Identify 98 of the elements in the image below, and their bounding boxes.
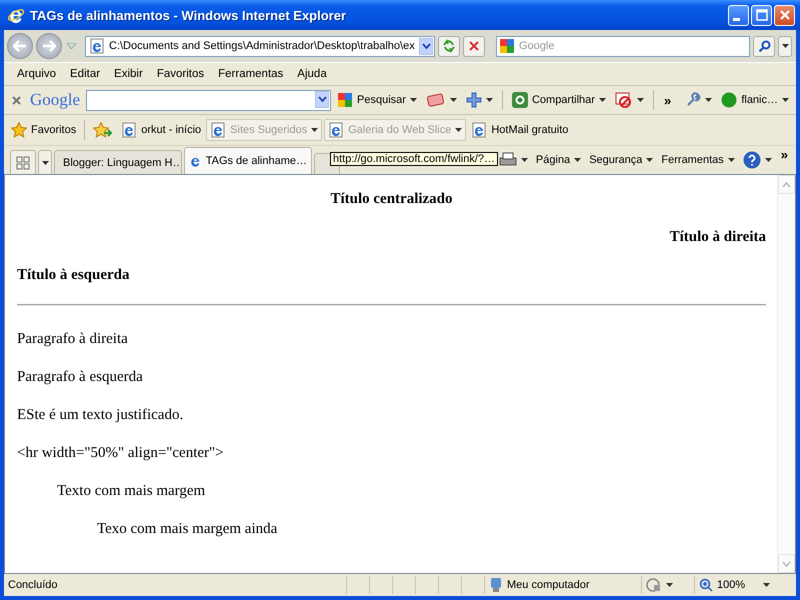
- chevron-down-icon: [422, 43, 430, 49]
- browser-logo-icon: [7, 6, 25, 24]
- search-button[interactable]: [753, 36, 775, 56]
- heading: Título centralizado: [329, 190, 454, 209]
- tab[interactable]: TAGs de alinhame…: [184, 147, 312, 174]
- paragraph: Paragrafo à direita: [17, 330, 129, 349]
- blocked-icon: [614, 92, 633, 108]
- menu-item[interactable]: Favoritos: [150, 68, 212, 80]
- zoom-icon: [699, 578, 713, 592]
- tab-list-button[interactable]: [38, 150, 52, 174]
- command-menu[interactable]: Segurança: [586, 152, 656, 168]
- close-icon: [468, 40, 480, 52]
- paragraph: ESte é um texto justificado.: [17, 406, 184, 425]
- heading: Título à esquerda: [17, 266, 131, 285]
- paragraph: Texo com mais margem ainda: [97, 520, 278, 539]
- share-icon: [512, 92, 528, 108]
- maximize-icon: [756, 9, 768, 21]
- caret-icon: [666, 583, 673, 587]
- caret-icon: [520, 158, 528, 162]
- status-text: Concluído: [7, 578, 59, 593]
- toolbar-search-field[interactable]: [86, 90, 332, 110]
- forward-button[interactable]: [36, 33, 62, 59]
- paragraph: Texto com mais margem: [57, 482, 206, 501]
- refresh-button[interactable]: [438, 36, 460, 56]
- caret-icon: [455, 128, 462, 132]
- caret-icon: [450, 98, 457, 102]
- star-icon: [11, 122, 27, 138]
- share-button[interactable]: Compartilhar: [508, 90, 609, 110]
- caret-icon: [410, 98, 417, 102]
- paragraph: Paragrafo à esquerda: [17, 368, 144, 387]
- caret-icon: [728, 158, 735, 162]
- quick-tabs-button[interactable]: [10, 150, 36, 174]
- computer-icon: [489, 577, 503, 593]
- arrow-right-icon: [42, 40, 56, 52]
- caret-icon: [574, 158, 582, 162]
- status-dot-icon: [721, 92, 738, 108]
- menu-item[interactable]: Editar: [63, 68, 108, 80]
- maximize-button[interactable]: [751, 4, 772, 26]
- favorite-link[interactable]: HotMail gratuito: [468, 120, 572, 140]
- caret-icon: [705, 98, 712, 102]
- stop-button[interactable]: [463, 36, 485, 56]
- help-icon: [742, 151, 761, 169]
- security-zone: Meu computador: [484, 576, 641, 594]
- tab[interactable]: Blogger: Linguagem H…: [54, 150, 182, 174]
- minimize-icon: [733, 18, 740, 20]
- overflow-button[interactable]: »: [660, 92, 676, 108]
- overflow-button[interactable]: »: [776, 147, 792, 162]
- page-icon: [210, 122, 226, 138]
- caret-icon: [311, 128, 318, 132]
- menu-item[interactable]: Ferramentas: [211, 68, 290, 80]
- menu-item[interactable]: Ajuda: [290, 68, 334, 80]
- card-icon: [426, 92, 446, 108]
- close-button[interactable]: [774, 4, 795, 26]
- menu-item[interactable]: Exibir: [107, 68, 150, 80]
- command-menu[interactable]: Ferramentas: [658, 152, 738, 168]
- caret-icon: [764, 158, 772, 162]
- dropdown-button[interactable]: [315, 90, 330, 108]
- plus-icon: [466, 92, 482, 108]
- toolbar-search-button[interactable]: Pesquisar: [334, 90, 420, 110]
- menu-item[interactable]: Arquivo: [10, 68, 63, 80]
- back-button[interactable]: [7, 33, 33, 59]
- paragraph: <hr width="50%" align="center">: [17, 444, 225, 463]
- chevron-down-icon: [318, 96, 327, 102]
- caret-icon: [646, 158, 654, 162]
- zoom-button[interactable]: 100%: [694, 576, 774, 594]
- search-engine-icon: [337, 92, 354, 108]
- search-options-button[interactable]: [778, 36, 792, 56]
- command-menu[interactable]: Página: [532, 152, 584, 168]
- page-icon: [121, 122, 138, 138]
- minimize-button[interactable]: [728, 4, 749, 26]
- caret-icon: [636, 98, 644, 102]
- caret-icon: [763, 583, 770, 587]
- dropdown-button[interactable]: [419, 38, 433, 54]
- search-field[interactable]: Google: [496, 36, 750, 56]
- printer-icon: [498, 152, 517, 168]
- favorite-link[interactable]: orkut - início: [118, 120, 204, 140]
- toolbar-logo: Google: [30, 90, 80, 110]
- account-button[interactable]: flanic…: [718, 90, 792, 110]
- caret-icon: [782, 44, 788, 48]
- search-icon: [758, 40, 770, 52]
- grid-icon: [16, 156, 30, 170]
- caret-icon: [486, 98, 493, 102]
- wrench-icon: [685, 92, 702, 108]
- caret-icon: [782, 98, 789, 102]
- refresh-icon: [442, 39, 456, 53]
- page-icon: [471, 122, 488, 138]
- add-favorite-icon[interactable]: [93, 122, 114, 138]
- page-icon: [89, 38, 105, 54]
- favorites-button[interactable]: Favoritos: [8, 120, 80, 140]
- page-icon: [328, 122, 344, 138]
- address-field[interactable]: C:\Documents and Settings\Administrador\Desktop\trabalho\ex: [85, 36, 435, 56]
- arrow-left-icon: [13, 40, 27, 52]
- heading: Título à direita: [668, 228, 766, 247]
- caret-icon: [42, 160, 48, 164]
- window-title: TAGs de alinhamentos - Windows Internet Explorer: [30, 8, 346, 22]
- caret-icon: [598, 98, 606, 102]
- close-icon: [778, 9, 790, 21]
- tooltip: http://go.microsoft.com/fwlink/?…: [330, 152, 498, 166]
